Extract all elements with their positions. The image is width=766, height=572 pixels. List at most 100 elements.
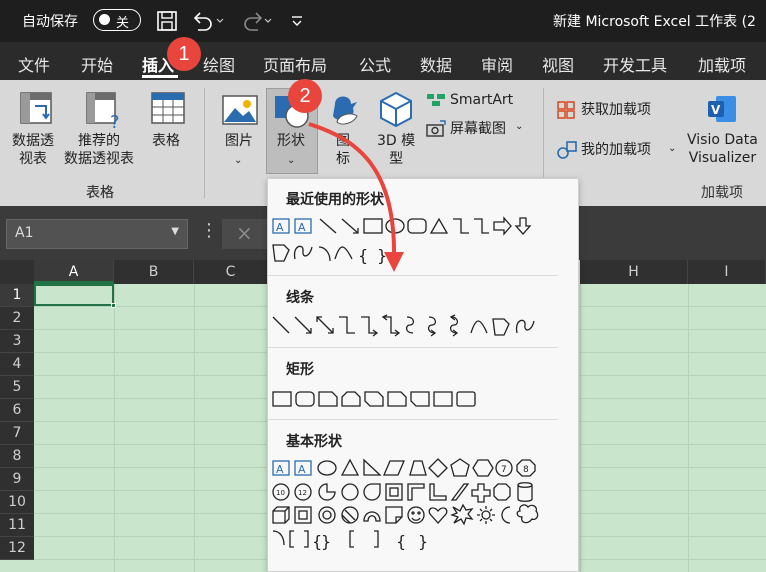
menu-separator bbox=[268, 347, 558, 348]
recent-shapes-gallery[interactable]: A A { } bbox=[270, 215, 560, 267]
redo-icon[interactable] bbox=[238, 10, 274, 32]
svg-text:{: { bbox=[358, 246, 368, 265]
smartart-icon[interactable] bbox=[426, 92, 446, 108]
tab-data[interactable]: 数据 bbox=[420, 52, 452, 76]
name-box-value: A1 bbox=[15, 225, 34, 241]
svg-text:8: 8 bbox=[523, 465, 529, 475]
basic-shapes-heading: 基本形状 bbox=[286, 434, 342, 450]
tab-home[interactable]: 开始 bbox=[81, 52, 113, 76]
svg-text:10: 10 bbox=[276, 489, 285, 497]
row-header-11[interactable]: 11 bbox=[0, 514, 34, 537]
tab-file[interactable]: 文件 bbox=[18, 52, 50, 76]
title-bar: 自动保存 关 新建 Microsoft Excel 工作表 (2 bbox=[0, 0, 766, 42]
3d-model-icon[interactable] bbox=[378, 90, 414, 128]
screenshot-icon[interactable] bbox=[426, 120, 446, 138]
recent-shapes-heading: 最近使用的形状 bbox=[286, 192, 384, 208]
svg-text:V: V bbox=[711, 103, 721, 117]
group-label-addins: 加载项 bbox=[701, 185, 743, 201]
document-title: 新建 Microsoft Excel 工作表 (2 bbox=[553, 14, 756, 30]
recommended-pivot-icon[interactable]: ? bbox=[84, 90, 124, 130]
picture-icon[interactable] bbox=[221, 94, 259, 126]
get-addins-icon[interactable] bbox=[556, 100, 576, 120]
undo-icon[interactable] bbox=[190, 10, 226, 32]
my-addins-dropdown-icon[interactable]: ⌄ bbox=[668, 140, 676, 158]
group-label-tables: 表格 bbox=[86, 185, 114, 201]
shapes-label[interactable]: 形状 bbox=[277, 132, 305, 150]
icons-icon[interactable] bbox=[327, 90, 363, 128]
svg-text:A: A bbox=[298, 463, 306, 476]
save-icon[interactable] bbox=[156, 10, 178, 32]
shapes-dropdown-icon[interactable]: ⌄ bbox=[287, 152, 295, 170]
row-header-4[interactable]: 4 bbox=[0, 353, 34, 376]
pivot-table-icon[interactable] bbox=[18, 90, 54, 126]
rectangles-gallery[interactable] bbox=[270, 387, 560, 411]
screenshot-label[interactable]: 屏幕截图 bbox=[450, 120, 506, 138]
row-header-2[interactable]: 2 bbox=[0, 307, 34, 330]
smartart-label[interactable]: SmartArt bbox=[450, 91, 513, 109]
icons-label[interactable]: 图 标 bbox=[336, 132, 350, 168]
tab-formulas[interactable]: 公式 bbox=[359, 52, 391, 76]
tab-view[interactable]: 视图 bbox=[542, 52, 574, 76]
row-header-7[interactable]: 7 bbox=[0, 422, 34, 445]
visio-label[interactable]: Visio Data Visualizer bbox=[687, 131, 758, 167]
svg-text:?: ? bbox=[110, 112, 120, 130]
tab-page-layout[interactable]: 页面布局 bbox=[263, 52, 327, 76]
step-2-badge: 2 bbox=[288, 79, 322, 113]
autosave-state: 关 bbox=[116, 16, 130, 31]
select-all-corner[interactable] bbox=[0, 260, 34, 284]
svg-text:A: A bbox=[276, 221, 284, 234]
column-header-h[interactable]: H bbox=[580, 260, 688, 284]
cancel-icon[interactable]: × bbox=[236, 221, 253, 245]
svg-text:12: 12 bbox=[298, 489, 307, 497]
3d-model-label[interactable]: 3D 模 型 bbox=[377, 132, 415, 168]
row-header-12[interactable]: 12 bbox=[0, 537, 34, 560]
column-header-b[interactable]: B bbox=[114, 260, 194, 284]
svg-text:7: 7 bbox=[501, 465, 507, 475]
step-1-badge: 1 bbox=[167, 37, 201, 71]
tab-draw[interactable]: 绘图 bbox=[203, 52, 235, 76]
lines-heading: 线条 bbox=[286, 290, 314, 306]
tab-developer[interactable]: 开发工具 bbox=[603, 52, 667, 76]
active-tab-indicator bbox=[142, 75, 178, 78]
toggle-knob bbox=[99, 14, 110, 25]
table-icon[interactable] bbox=[149, 90, 187, 126]
get-addins-label[interactable]: 获取加载项 bbox=[581, 101, 651, 119]
pivot-table-label[interactable]: 数据透 视表 bbox=[12, 132, 54, 168]
picture-label[interactable]: 图片 bbox=[225, 132, 253, 150]
my-addins-label[interactable]: 我的加载项 bbox=[581, 141, 651, 159]
row-header-8[interactable]: 8 bbox=[0, 445, 34, 468]
row-header-3[interactable]: 3 bbox=[0, 330, 34, 353]
svg-text:{: { bbox=[396, 532, 406, 551]
svg-text:}: } bbox=[321, 532, 331, 551]
menu-separator bbox=[268, 419, 558, 420]
recommended-pivot-label[interactable]: 推荐的 数据透视表 bbox=[64, 132, 134, 168]
column-header-i[interactable]: I bbox=[688, 260, 766, 284]
fill-handle[interactable] bbox=[111, 303, 116, 308]
customize-qat-icon[interactable] bbox=[289, 10, 305, 32]
row-header-10[interactable]: 10 bbox=[0, 491, 34, 514]
row-header-9[interactable]: 9 bbox=[0, 468, 34, 491]
picture-dropdown-icon[interactable]: ⌄ bbox=[234, 152, 242, 170]
screenshot-dropdown-icon[interactable]: ⌄ bbox=[515, 118, 523, 136]
rectangles-heading: 矩形 bbox=[286, 362, 314, 378]
tab-addins[interactable]: 加载项 bbox=[698, 52, 746, 76]
visio-icon[interactable]: V bbox=[706, 94, 738, 124]
basic-shapes-gallery[interactable]: A A 7 8 10 12 {} {} bbox=[270, 457, 560, 557]
autosave-toggle[interactable]: 关 bbox=[93, 9, 141, 31]
formula-bar-grip-icon[interactable]: ⋮ bbox=[200, 220, 218, 241]
table-label[interactable]: 表格 bbox=[152, 132, 180, 150]
lines-gallery[interactable] bbox=[270, 313, 560, 339]
column-header-a[interactable]: A bbox=[34, 260, 114, 284]
row-header-5[interactable]: 5 bbox=[0, 376, 34, 399]
tab-review[interactable]: 审阅 bbox=[481, 52, 513, 76]
row-header-1[interactable]: 1 bbox=[0, 284, 34, 307]
name-box-dropdown-icon[interactable]: ▼ bbox=[171, 226, 179, 237]
active-cell-a1[interactable] bbox=[34, 284, 114, 306]
row-header-6[interactable]: 6 bbox=[0, 399, 34, 422]
column-header-c[interactable]: C bbox=[194, 260, 268, 284]
shapes-dropdown: 最近使用的形状 A A { } 线条 矩形 基本形状 A A 7 8 10 12… bbox=[267, 178, 579, 572]
my-addins-icon[interactable] bbox=[556, 140, 578, 160]
ribbon-separator bbox=[204, 88, 205, 198]
svg-text:}: } bbox=[377, 246, 387, 265]
name-box[interactable]: A1 ▼ bbox=[6, 219, 188, 249]
